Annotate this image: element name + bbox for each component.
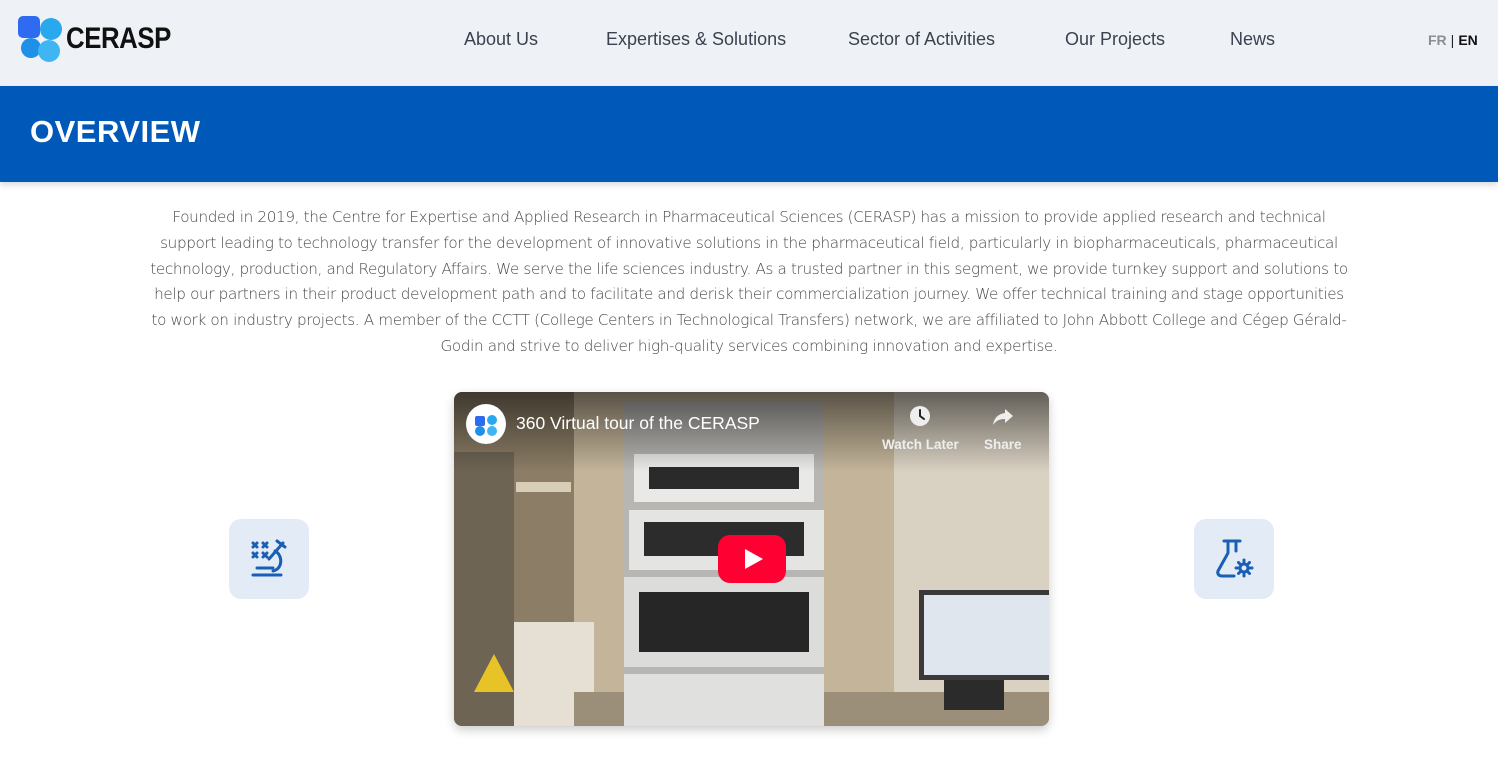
lang-en-link[interactable]: EN xyxy=(1458,32,1477,48)
cerasp-avatar-icon xyxy=(475,415,497,436)
share-label: Share xyxy=(984,437,1022,452)
nav-sector-of-activities[interactable]: Sector of Activities xyxy=(848,29,995,50)
nav-expertises-solutions[interactable]: Expertises & Solutions xyxy=(606,29,786,50)
video-title[interactable]: 360 Virtual tour of the CERASP xyxy=(516,413,760,434)
flask-tile xyxy=(1194,519,1274,599)
language-switcher: FR | EN xyxy=(1428,32,1478,48)
nav-our-projects[interactable]: Our Projects xyxy=(1065,29,1165,50)
clock-icon xyxy=(910,406,931,426)
nav-news[interactable]: News xyxy=(1230,29,1275,50)
main-nav: About Us Expertises & Solutions Sector o… xyxy=(0,29,1498,53)
microscope-icon xyxy=(251,539,287,577)
page-title: OVERVIEW xyxy=(30,114,201,149)
play-icon xyxy=(718,535,786,583)
share-arrow-icon xyxy=(992,409,1013,425)
intro-paragraph: Founded in 2019, the Centre for Expertis… xyxy=(150,208,1348,355)
channel-avatar[interactable] xyxy=(466,404,506,444)
share-button[interactable]: Share xyxy=(984,404,1022,452)
lang-separator: | xyxy=(1450,32,1455,48)
video-embed[interactable]: 360 Virtual tour of the CERASP Watch Lat… xyxy=(454,392,1049,726)
watch-later-label: Watch Later xyxy=(882,437,959,452)
watch-later-button[interactable]: Watch Later xyxy=(882,404,959,452)
site-header: CERASP About Us Expertises & Solutions S… xyxy=(0,0,1498,86)
lang-fr-link[interactable]: FR xyxy=(1428,32,1447,48)
nav-about-us[interactable]: About Us xyxy=(464,29,538,50)
microscope-tile xyxy=(229,519,309,599)
page-banner: OVERVIEW xyxy=(0,86,1498,182)
play-button[interactable] xyxy=(718,535,786,583)
flask-gear-icon xyxy=(1216,539,1254,578)
